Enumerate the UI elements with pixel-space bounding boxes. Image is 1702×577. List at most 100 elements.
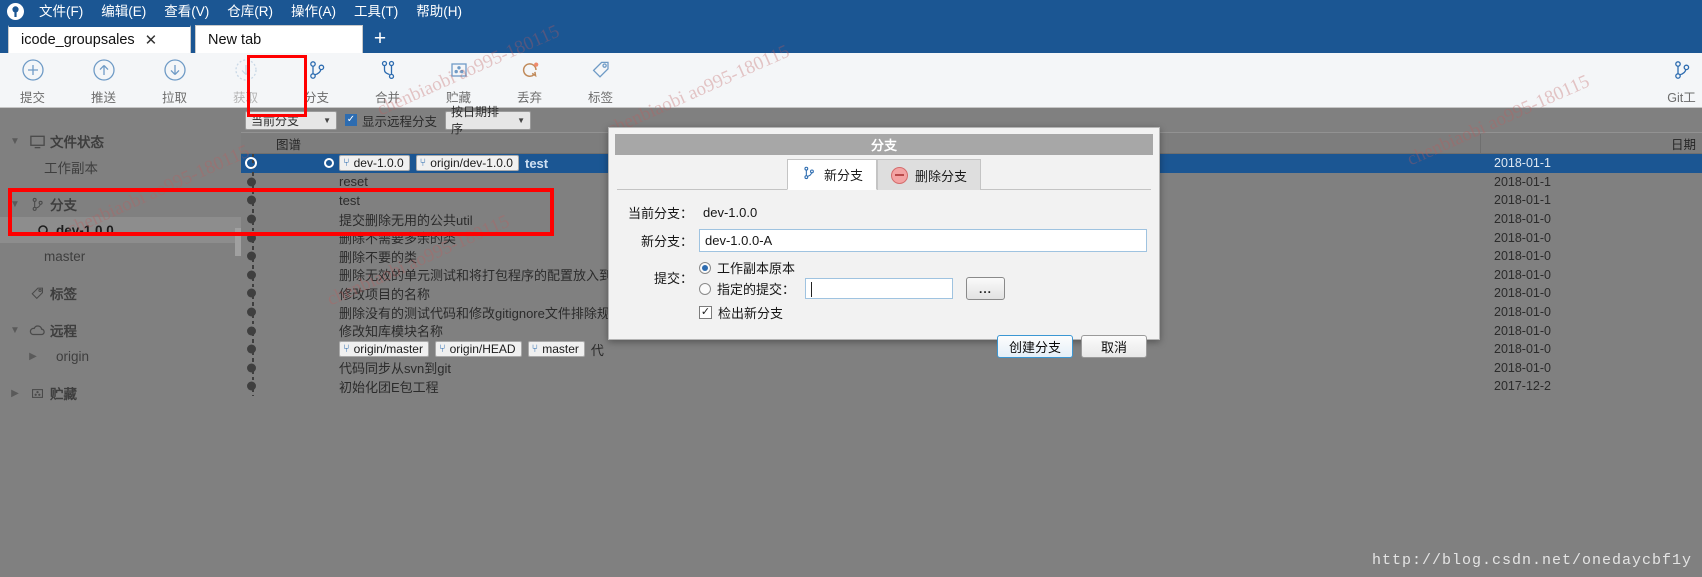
toolbar-push[interactable]: 推送 (79, 57, 128, 106)
tab-strip: icode_groupsales ✕ New tab + (0, 23, 1702, 53)
commit-date: 2018-01-0 (1494, 342, 1551, 357)
dialog-buttons: 创建分支 取消 (619, 335, 1149, 358)
show-remote-branches-label: 显示远程分支 (362, 114, 438, 129)
sidebar-item-working-copy[interactable]: 工作副本 (0, 154, 241, 180)
tab-icode-groupsales[interactable]: icode_groupsales ✕ (8, 25, 191, 53)
ref-badge-local[interactable]: ⑂ dev-1.0.0 (339, 155, 410, 172)
fetch-down-arrow-icon (234, 57, 258, 83)
menu-edit[interactable]: 编辑(E) (92, 0, 155, 23)
commit-source-options: 工作副本原本 指定的提交： ... ✓ 检出新分支 (699, 257, 1149, 322)
sort-order-dropdown[interactable]: 按日期排序 ▼ (445, 105, 532, 136)
cancel-button[interactable]: 取消 (1081, 335, 1147, 358)
ref-badge-local[interactable]: ⑂ master (527, 341, 585, 358)
commit-node (247, 233, 256, 243)
sidebar-group-file-status[interactable]: ▼ 文件状态 (0, 128, 241, 154)
commit-date: 2018-01-0 (1494, 212, 1551, 227)
commit-message: 删除不要的类 (339, 249, 418, 265)
commit-date: 2018-01-0 (1494, 230, 1551, 245)
checkout-new-branch-checkbox[interactable]: ✓ 检出新分支 (699, 303, 1149, 322)
table-row[interactable]: 初始化团E包工程 2017-12-2 (241, 377, 1702, 396)
tab-label: 新分支 (823, 168, 863, 183)
commit-message: 删除不需要多余的类 (339, 231, 457, 247)
branch-icon (801, 165, 817, 184)
browse-commit-button[interactable]: ... (966, 277, 1006, 300)
chevron-down-icon[interactable]: ▼ (6, 136, 24, 147)
sidebar-label: 标签 (50, 287, 77, 302)
toolbar-tag[interactable]: 标签 (576, 57, 625, 106)
column-header-date[interactable]: 日期 (1480, 133, 1702, 153)
sidebar-item-origin[interactable]: ▶ origin (0, 343, 241, 369)
pull-down-arrow-icon (163, 57, 187, 83)
commit-message: 代 (590, 342, 604, 358)
tag-icon (24, 285, 50, 302)
toolbar-label: 合并 (374, 91, 400, 105)
menu-view[interactable]: 查看(V) (155, 0, 218, 23)
sidebar-group-branches[interactable]: ▼ 分支 (0, 191, 241, 217)
commit-node (247, 326, 256, 336)
toolbar-git-flow[interactable]: Git工 (1657, 57, 1702, 106)
tab-new-branch[interactable]: 新分支 (786, 159, 877, 190)
branch-icon: ⑂ (438, 343, 446, 356)
new-tab-button[interactable]: + (363, 25, 397, 53)
chevron-down-icon[interactable]: ▼ (6, 199, 24, 210)
ref-badge-remote[interactable]: ⑂ origin/HEAD (434, 341, 522, 358)
current-branch-label: 当前分支： (627, 206, 693, 221)
branch-icon: ⑂ (343, 343, 350, 356)
radio-working-copy[interactable]: 工作副本原本 (699, 257, 1149, 278)
chevron-down-icon: ▼ (323, 115, 331, 125)
chevron-right-icon[interactable]: ▶ (6, 388, 24, 399)
column-header-graph[interactable]: 图谱 (241, 134, 336, 153)
graph-cell (241, 209, 336, 229)
commit-message: 提交删除无用的公共util (339, 212, 473, 228)
toolbar-fetch[interactable]: 获取 (221, 57, 270, 106)
commit-plus-icon (21, 57, 45, 83)
close-icon[interactable]: ✕ (145, 31, 165, 49)
tab-new-tab[interactable]: New tab (195, 25, 363, 53)
sidebar-label: origin (56, 348, 90, 364)
branch-filter-dropdown[interactable]: 当前分支 ▼ (245, 110, 337, 130)
toolbar-pull[interactable]: 拉取 (150, 57, 199, 106)
toolbar-commit[interactable]: 提交 (8, 57, 57, 106)
menu-actions[interactable]: 操作(A) (282, 0, 345, 23)
sidebar-group-tags[interactable]: 标签 (0, 280, 241, 306)
toolbar-branch[interactable]: 分支 (292, 57, 341, 106)
sidebar-group-remotes[interactable]: ▼ 远程 (0, 317, 241, 343)
toolbar-discard[interactable]: 丢弃 (505, 57, 554, 106)
radio-specified-commit[interactable]: 指定的提交： ... (699, 277, 1149, 300)
sidebar-label: dev-1.0.0 (56, 222, 114, 238)
chevron-down-icon[interactable]: ▼ (6, 325, 24, 336)
sidebar-item-dev-1-0-0[interactable]: dev-1.0.0 (0, 217, 241, 243)
sidebar-group-stashes[interactable]: ▶ 贮藏 (0, 380, 241, 406)
commit-date: 2017-12-2 (1494, 379, 1551, 394)
ref-label: origin/master (353, 342, 423, 357)
commit-node (247, 177, 256, 187)
toolbar-merge[interactable]: 合并 (363, 57, 412, 106)
graph-cell (241, 191, 336, 210)
create-branch-button[interactable]: 创建分支 (996, 335, 1073, 358)
message-cell: 初始化团E包工程 (336, 377, 1480, 396)
tab-delete-branch[interactable]: 删除分支 (877, 159, 982, 190)
ref-badge-remote[interactable]: ⑂ origin/dev-1.0.0 (415, 155, 519, 172)
graph-cell (241, 358, 336, 378)
toolbar-stash[interactable]: 贮藏 (434, 57, 483, 106)
new-branch-input[interactable]: dev-1.0.0-A (699, 229, 1147, 252)
menu-tools[interactable]: 工具(T) (345, 0, 407, 23)
show-remote-branches-checkbox[interactable]: ✓ 显示远程分支 (345, 111, 437, 130)
merge-icon (376, 57, 400, 83)
commit-date: 2018-01-0 (1494, 249, 1551, 264)
radio-label: 指定的提交： (717, 282, 796, 297)
ref-badge-remote[interactable]: ⑂ origin/master (339, 341, 429, 358)
sidebar-item-master[interactable]: master (0, 243, 241, 269)
menu-help[interactable]: 帮助(H) (407, 0, 471, 23)
sourcetree-window: 文件(F) 编辑(E) 查看(V) 仓库(R) 操作(A) 工具(T) 帮助(H… (0, 0, 1702, 577)
tag-icon (589, 57, 613, 83)
commit-node (247, 288, 256, 298)
menu-repository[interactable]: 仓库(R) (218, 0, 282, 23)
menu-file[interactable]: 文件(F) (30, 0, 92, 23)
branch-icon (24, 196, 50, 213)
specified-commit-input[interactable] (805, 278, 954, 299)
ref-label: dev-1.0.0 (353, 156, 404, 171)
chevron-right-icon[interactable]: ▶ (24, 351, 42, 362)
commit-node (247, 195, 256, 205)
commit-node (247, 270, 256, 280)
